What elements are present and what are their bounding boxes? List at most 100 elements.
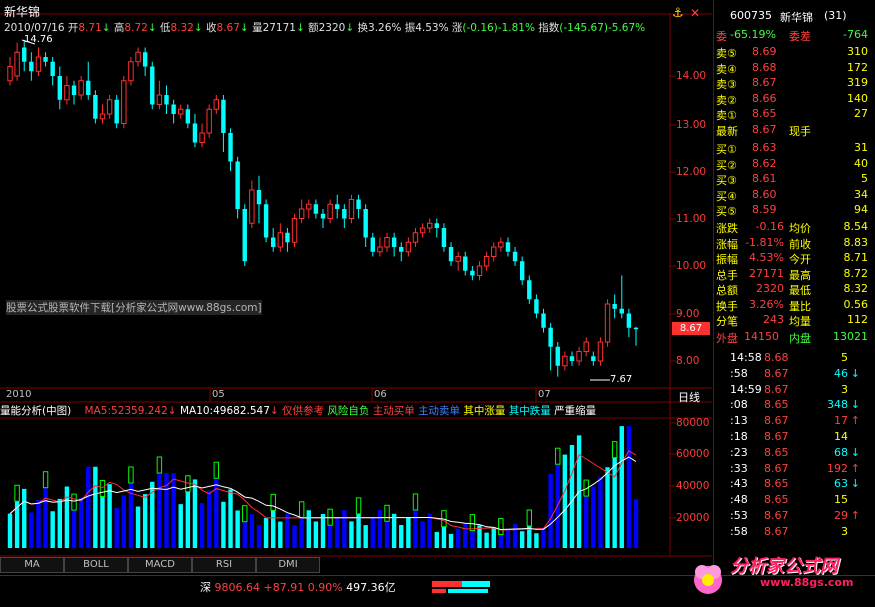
ask-label: 卖② bbox=[716, 93, 737, 107]
candle-body bbox=[221, 99, 226, 133]
ask-row[interactable]: 卖③ 8.67 319 bbox=[714, 76, 874, 91]
bid-price: 8.62 bbox=[752, 156, 777, 170]
ask-price: 8.65 bbox=[752, 107, 777, 120]
stat-label: 涨跌 bbox=[716, 222, 738, 235]
candle-body bbox=[270, 237, 276, 247]
price-axis-label: 9.00 bbox=[676, 308, 700, 320]
stat-value: 2320 bbox=[756, 282, 784, 295]
bid-volume: 31 bbox=[854, 141, 868, 154]
ask-row[interactable]: 卖⑤ 8.69 310 bbox=[714, 45, 874, 60]
volume-bar bbox=[135, 506, 141, 548]
bid-row[interactable]: 买② 8.62 40 bbox=[714, 157, 874, 172]
ma5-label: MA5:52359.242 bbox=[84, 405, 168, 417]
chart-area[interactable]: 新华锦 2010/07/16 开8.71↓ 高8.72↓ 低8.32↓ 收8.6… bbox=[0, 0, 712, 575]
tab-boll[interactable]: BOLL bbox=[64, 557, 128, 573]
anchor-icon[interactable]: ⚓ bbox=[672, 6, 684, 21]
tick-time: :13 bbox=[730, 414, 748, 428]
amplitude-label: 振 bbox=[404, 22, 416, 34]
bid-label: 买④ bbox=[716, 189, 737, 203]
candle-body bbox=[185, 109, 191, 124]
volume-bar bbox=[491, 527, 496, 548]
breadth-bar-cyan bbox=[448, 589, 488, 593]
candle-body bbox=[463, 256, 468, 271]
tab-macd[interactable]: MACD bbox=[128, 557, 192, 573]
stat-row: 振幅 4.53% 今开 8.71 bbox=[714, 251, 874, 266]
bid-row[interactable]: 买③ 8.61 5 bbox=[714, 172, 874, 187]
tick-row: :23 8.65 68 ↓ bbox=[714, 446, 874, 461]
period-label[interactable]: 日线 bbox=[678, 389, 700, 405]
tab-dmi[interactable]: DMI bbox=[256, 557, 320, 573]
candle-body bbox=[14, 51, 20, 77]
volume-bar-outline bbox=[14, 484, 20, 502]
volume-bar bbox=[142, 494, 148, 548]
candle-body bbox=[519, 261, 525, 281]
candle-body bbox=[35, 56, 42, 72]
tick-time: :53 bbox=[730, 509, 748, 522]
volume-bar-outline bbox=[526, 509, 533, 527]
ask-row[interactable]: 卖④ 8.68 172 bbox=[714, 61, 874, 76]
stat-value: 243 bbox=[763, 313, 784, 326]
inner-value: 13021 bbox=[833, 330, 868, 343]
stat-value: 0.56 bbox=[843, 297, 869, 311]
tab-ma[interactable]: MA bbox=[0, 557, 64, 573]
low-value: 8.32 bbox=[170, 22, 194, 34]
tab-rsi[interactable]: RSI bbox=[192, 557, 256, 573]
bid-row[interactable]: 买④ 8.60 34 bbox=[714, 188, 874, 203]
stat-label: 最高 bbox=[789, 268, 811, 282]
candle-body bbox=[320, 213, 326, 219]
price-axis-label: 13.00 bbox=[676, 119, 707, 131]
stat-label: 最低 bbox=[789, 284, 811, 297]
ask-volume: 319 bbox=[847, 76, 868, 89]
note-down-volume: 其中跌量 bbox=[508, 405, 551, 417]
ohlc-info-line: 2010/07/16 开8.71↓ 高8.72↓ 低8.32↓ 收8.67↓ 量… bbox=[4, 22, 646, 34]
quote-header: 600735 新华锦 (31) bbox=[714, 9, 874, 24]
volume-bar bbox=[413, 509, 418, 548]
volume-bar bbox=[206, 490, 212, 548]
volume-bar bbox=[313, 521, 319, 548]
stat-value: -0.16 bbox=[755, 220, 784, 233]
ask-row[interactable]: 卖② 8.66 140 bbox=[714, 92, 874, 107]
ask-label: 卖① bbox=[716, 109, 737, 122]
volume-bar bbox=[591, 486, 596, 548]
volume-bar bbox=[626, 426, 632, 548]
tick-price: 8.67 bbox=[764, 382, 789, 396]
stat-row: 分笔 243 均量 112 bbox=[714, 313, 874, 328]
candle-body bbox=[50, 61, 55, 76]
watermark-text: 股票公式股票软件下载[分析家公式网www.88gs.com] bbox=[6, 300, 262, 315]
volume-bar bbox=[36, 500, 41, 548]
bid-row[interactable]: 买① 8.63 31 bbox=[714, 141, 874, 156]
ask-row[interactable]: 卖① 8.65 27 bbox=[714, 107, 874, 122]
tick-time: 14:59 bbox=[730, 382, 762, 396]
bid-price: 8.63 bbox=[752, 141, 777, 154]
note-active-sell: 主动卖单 bbox=[418, 405, 461, 417]
ask-label: 卖③ bbox=[716, 78, 737, 91]
volume-bar bbox=[185, 491, 191, 548]
candle-body bbox=[106, 99, 113, 115]
quote-panel: 600735 新华锦 (31) 委 -65.19% 委差 -764 卖⑤ 8.6… bbox=[713, 0, 875, 575]
volume-bar bbox=[114, 507, 119, 548]
candle-body bbox=[150, 66, 155, 105]
volume-bar bbox=[50, 511, 55, 548]
bid-volume: 40 bbox=[854, 156, 868, 170]
candle-body bbox=[491, 246, 497, 257]
volume-bar-outline bbox=[156, 456, 163, 474]
volume-bar bbox=[157, 473, 162, 548]
volume-bar bbox=[228, 489, 233, 548]
bid-row[interactable]: 买⑤ 8.59 94 bbox=[714, 203, 874, 218]
volume-bar-outline bbox=[242, 505, 248, 523]
candle-body bbox=[426, 222, 433, 229]
ask-volume: 310 bbox=[847, 45, 868, 58]
candle-body bbox=[86, 80, 91, 95]
turnover-label: 换 bbox=[357, 22, 369, 34]
time-axis-label: 06 bbox=[374, 389, 387, 400]
stat-row: 总手 27171 最高 8.72 bbox=[714, 267, 874, 282]
tick-direction-icon: ↓ bbox=[850, 398, 860, 412]
high-value: 8.72 bbox=[124, 22, 148, 34]
candle-body bbox=[534, 299, 539, 314]
tick-volume: 14 bbox=[834, 430, 848, 443]
candle-body bbox=[121, 80, 127, 124]
stat-value: 4.53% bbox=[749, 251, 784, 264]
tick-direction-icon: ↓ bbox=[850, 445, 860, 459]
close-icon[interactable]: ✕ bbox=[690, 6, 700, 20]
volume-bar bbox=[512, 524, 518, 548]
